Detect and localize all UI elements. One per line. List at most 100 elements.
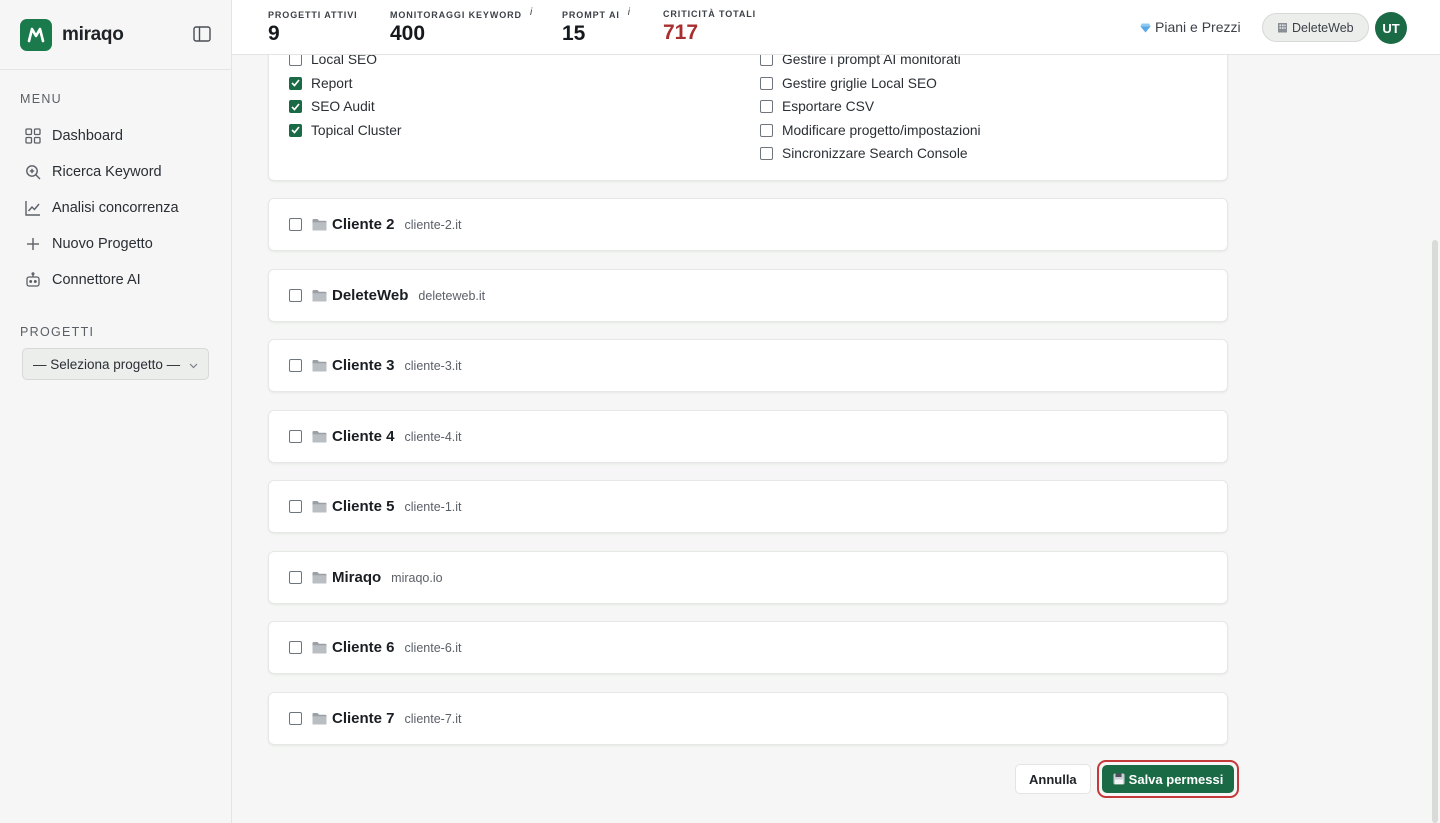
nav-item-competitor-analysis[interactable]: Analisi concorrenza: [0, 190, 231, 226]
nav-item-label: Ricerca Keyword: [52, 164, 162, 180]
nav-item-label: Dashboard: [52, 128, 123, 144]
permission-checkbox[interactable]: [760, 123, 773, 137]
stat-active-projects: PROGETTI ATTIVI 9: [268, 10, 358, 46]
project-card[interactable]: Cliente 4 cliente-4.it: [268, 410, 1228, 463]
stat-label: PROGETTI ATTIVI: [268, 10, 358, 20]
project-card[interactable]: Cliente 2 cliente-2.it: [268, 198, 1228, 251]
folder-icon: [312, 430, 327, 443]
page-scrollbar[interactable]: [1432, 240, 1438, 823]
nav-item-label: Connettore AI: [52, 272, 141, 288]
project-checkbox[interactable]: [289, 641, 302, 654]
project-card[interactable]: Cliente 3 cliente-3.it: [268, 339, 1228, 392]
project-name: Cliente 3: [332, 357, 395, 374]
checkmark-icon: [291, 126, 300, 135]
nav-item-label: Analisi concorrenza: [52, 200, 179, 216]
cancel-button[interactable]: Annulla: [1015, 764, 1091, 794]
project-name: Cliente 4: [332, 428, 395, 445]
organization-switcher[interactable]: DeleteWeb: [1262, 13, 1369, 42]
permissions-card: Local SEO Report SEO Audit Topical Clust…: [268, 55, 1228, 181]
permission-checkbox[interactable]: [760, 76, 773, 90]
search-icon: [24, 164, 41, 181]
project-checkbox[interactable]: [289, 712, 302, 725]
nav-item-dashboard[interactable]: Dashboard: [0, 118, 231, 154]
permission-label: Gestire i prompt AI monitorati: [782, 55, 961, 68]
checkmark-icon: [291, 79, 300, 88]
dashboard-grid-icon: [24, 128, 41, 145]
permission-row[interactable]: Gestire griglie Local SEO: [760, 72, 981, 96]
folder-icon: [312, 289, 327, 302]
projects-section-label: PROGETTI: [20, 325, 95, 339]
permission-row[interactable]: Modificare progetto/impostazioni: [760, 119, 981, 143]
save-button-highlight: Salva permessi: [1096, 760, 1240, 798]
save-button-label: Salva permessi: [1128, 771, 1224, 787]
permission-checkbox[interactable]: [289, 55, 302, 67]
info-icon[interactable]: i: [530, 7, 533, 18]
permission-label: Esportare CSV: [782, 99, 875, 115]
nav-item-keyword-research[interactable]: Ricerca Keyword: [0, 154, 231, 190]
project-domain: cliente-1.it: [404, 499, 462, 514]
permission-row[interactable]: Sincronizzare Search Console: [760, 142, 981, 166]
permission-row[interactable]: Topical Cluster: [289, 119, 401, 143]
permission-label: Gestire griglie Local SEO: [782, 75, 937, 91]
project-checkbox[interactable]: [289, 359, 302, 372]
permissions-column-right: Gestire i prompt AI monitorati Gestire g…: [760, 55, 981, 166]
stat-ai-prompts: PROMPT AI i 15: [562, 7, 631, 46]
project-card[interactable]: DeleteWeb deleteweb.it: [268, 269, 1228, 322]
stat-value: 9: [268, 22, 280, 45]
organization-name: DeleteWeb: [1292, 20, 1354, 35]
project-checkbox[interactable]: [289, 571, 302, 584]
user-avatar[interactable]: UT: [1375, 12, 1407, 44]
project-card[interactable]: Miraqo miraqo.io: [268, 551, 1228, 604]
plans-pricing-link[interactable]: Piani e Prezzi: [1140, 19, 1241, 36]
nav-item-label: Nuovo Progetto: [52, 236, 153, 252]
permission-checkbox[interactable]: [760, 55, 773, 67]
project-card[interactable]: Cliente 6 cliente-6.it: [268, 621, 1228, 674]
permission-checkbox[interactable]: [289, 123, 302, 137]
project-card[interactable]: Cliente 5 cliente-1.it: [268, 480, 1228, 533]
permission-row[interactable]: Gestire i prompt AI monitorati: [760, 55, 981, 72]
nav-item-new-project[interactable]: Nuovo Progetto: [0, 226, 231, 262]
project-card[interactable]: Cliente 7 cliente-7.it: [268, 692, 1228, 745]
permission-row[interactable]: Report: [289, 72, 401, 96]
project-checkbox[interactable]: [289, 500, 302, 513]
project-name: Cliente 7: [332, 710, 395, 727]
permission-checkbox[interactable]: [289, 100, 302, 114]
info-icon[interactable]: i: [628, 7, 631, 18]
nav-item-ai-connector[interactable]: Connettore AI: [0, 262, 231, 298]
sidebar-toggle-icon[interactable]: [193, 26, 213, 44]
checkmark-icon: [291, 103, 300, 111]
permission-label: Topical Cluster: [311, 122, 402, 138]
folder-icon: [312, 218, 327, 231]
project-domain: deleteweb.it: [418, 288, 486, 303]
project-checkbox[interactable]: [289, 430, 302, 443]
project-domain: cliente-3.it: [404, 358, 462, 373]
project-checkbox[interactable]: [289, 218, 302, 231]
project-name: Cliente 2: [332, 216, 395, 233]
permission-label: Sincronizzare Search Console: [782, 146, 968, 162]
project-checkbox[interactable]: [289, 289, 302, 302]
plans-label: Piani e Prezzi: [1155, 19, 1241, 35]
main-nav: Dashboard Ricerca Keyword Analisi concor…: [0, 118, 231, 298]
form-actions: Annulla Salva permessi: [1015, 760, 1240, 798]
stat-total-issues: CRITICITÀ TOTALI 717: [663, 9, 756, 45]
stat-value: 15: [562, 22, 586, 45]
folder-icon: [312, 500, 327, 513]
project-domain: cliente-7.it: [404, 711, 462, 726]
permission-checkbox[interactable]: [289, 76, 302, 90]
permission-checkbox[interactable]: [760, 147, 773, 161]
project-select[interactable]: — Seleziona progetto —: [22, 348, 209, 380]
project-name: Miraqo: [332, 569, 382, 586]
save-permissions-button[interactable]: Salva permessi: [1101, 765, 1235, 793]
permission-row[interactable]: SEO Audit: [289, 95, 401, 119]
project-select-value: — Seleziona progetto —: [33, 356, 181, 372]
permission-row[interactable]: Esportare CSV: [760, 95, 981, 119]
project-name: Cliente 5: [332, 498, 395, 515]
permission-checkbox[interactable]: [760, 100, 773, 114]
permission-label: Report: [311, 75, 353, 91]
folder-icon: [312, 359, 327, 372]
stat-keyword-monitoring: MONITORAGGI KEYWORD i 400: [390, 7, 533, 46]
permission-label: SEO Audit: [311, 99, 375, 115]
permission-row[interactable]: Local SEO: [289, 55, 401, 72]
project-domain: cliente-6.it: [404, 640, 462, 655]
stat-value: 717: [663, 21, 699, 44]
